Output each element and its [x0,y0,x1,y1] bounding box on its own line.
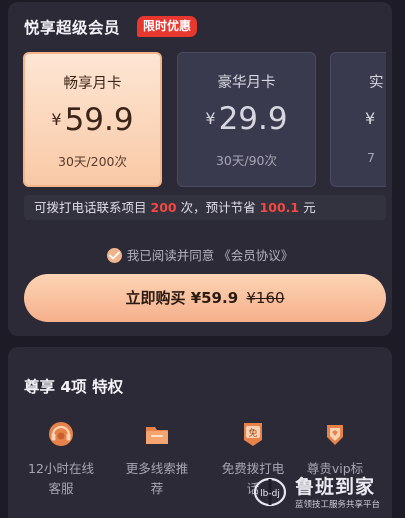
call-info-bar: 可拨打电话联系项目 200 次，预计节省 100.1 元 [24,195,386,220]
currency-symbol: ¥ [51,110,62,129]
plan-price: ¥ [331,99,386,139]
call-info-mid: 次，预计节省 [180,200,256,215]
brand-name: 鲁班到家 [295,476,376,498]
brand-logo-icon: lb-dj [253,477,287,507]
plan-name: 畅享月卡 [63,76,122,92]
privileges-title: 尊享 4项 特权 [24,378,124,396]
plan-name: 实 [369,75,384,91]
svg-text:lb-dj: lb-dj [260,489,280,499]
brand-slogan: 蓝领技工服务共享平台 [295,500,381,510]
privilege-item[interactable]: 12小时在线 客服 [21,419,101,499]
plan-cards: 畅享月卡 ¥59.9 30天/200次 豪华月卡 ¥29.9 30天/90次 实… [23,52,386,189]
plan-name: 豪华月卡 [217,75,276,91]
promo-badge: 限时优惠 [137,16,198,37]
call-info-suffix: 元 [303,200,316,215]
free-call-icon: 免 [244,423,262,446]
privilege-item[interactable]: 更多线索推 荐 [117,419,197,499]
privilege-label: 12小时在线 客服 [28,461,94,496]
plan-price: ¥29.9 [178,99,315,139]
vip-badge-icon [327,425,343,445]
original-price: ¥160 [246,289,285,307]
plan-period: 30天/200次 [58,154,127,169]
headset-icon [49,422,73,446]
plan-card-deluxe[interactable]: 豪华月卡 ¥29.9 30天/90次 [177,52,316,187]
price-value: 59.9 [64,102,134,138]
check-icon[interactable] [106,248,122,263]
watermark: lb-dj 鲁班到家 蓝领技工服务共享平台 [251,474,401,514]
plan-period: 7 [367,150,375,165]
agreement-link[interactable]: 《会员协议》 [218,248,293,263]
privilege-item[interactable]: 尊贵vip标 [295,419,375,479]
buy-label: 立即购买 [125,289,186,307]
vip-panel: 悦享超级会员 限时优惠 畅享月卡 ¥59.9 30天/200次 豪华月卡 ¥29… [8,2,392,336]
saving-amount: 100.1 [259,200,300,215]
privilege-label: 更多线索推 荐 [125,461,189,496]
agreement-row[interactable]: 我已阅读并同意 《会员协议》 [8,245,392,264]
folder-icon [146,427,168,444]
call-count: 200 [150,200,177,215]
svg-text:免: 免 [248,427,257,439]
page-title: 悦享超级会员 [24,19,121,37]
price-value: 29.9 [218,101,288,137]
plan-card-monthly[interactable]: 畅享月卡 ¥59.9 30天/200次 [23,52,162,187]
currency-symbol: ¥ [365,109,376,128]
plan-price: ¥59.9 [25,100,160,140]
agreement-text: 我已阅读并同意 [126,248,215,263]
buy-price: ¥59.9 [190,289,239,307]
buy-now-button[interactable]: 立即购买 ¥59.9 ¥160 [24,274,386,322]
plan-card-third[interactable]: 实 ¥ 7 [330,52,386,187]
call-info-prefix: 可拨打电话联系项目 [34,200,147,215]
currency-symbol: ¥ [205,109,216,128]
plan-period: 30天/90次 [215,153,278,168]
